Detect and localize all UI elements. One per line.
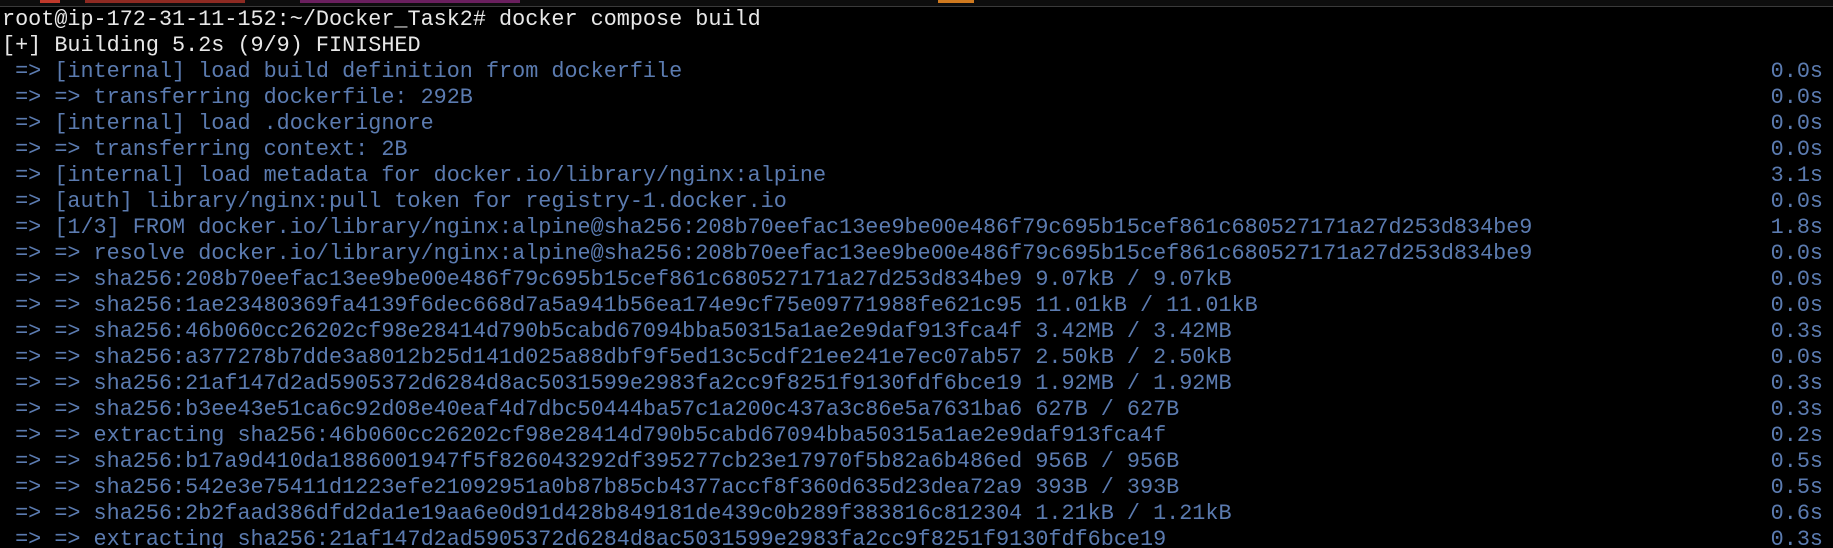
build-step-line: => [internal] load metadata for docker.i…	[2, 163, 1833, 189]
window-tab-strip	[0, 0, 1833, 7]
build-summary-line: [+] Building 5.2s (9/9) FINISHED	[2, 33, 1833, 59]
build-step-duration: 0.3s	[1770, 371, 1823, 396]
build-step-text: => => sha256:b3ee43e51ca6c92d08e40eaf4d7…	[2, 397, 1180, 422]
build-step-text: => [auth] library/nginx:pull token for r…	[2, 189, 787, 214]
build-step-duration: 3.1s	[1770, 163, 1823, 188]
build-step-text: => => transferring dockerfile: 292B	[2, 85, 473, 110]
build-step-duration: 0.0s	[1770, 111, 1823, 136]
build-step-line: => [1/3] FROM docker.io/library/nginx:al…	[2, 215, 1833, 241]
build-step-duration: 0.0s	[1770, 137, 1823, 162]
tab-indicator	[938, 0, 974, 3]
build-step-duration: 0.0s	[1770, 241, 1823, 266]
build-step-duration: 0.3s	[1770, 319, 1823, 344]
build-step-text: => [internal] load .dockerignore	[2, 111, 434, 136]
build-step-text: => => sha256:208b70eefac13ee9be00e486f79…	[2, 267, 1232, 292]
terminal-output: root@ip-172-31-11-152:~/Docker_Task2# do…	[2, 7, 1833, 548]
build-step-line: => [internal] load .dockerignore 0.0s	[2, 111, 1833, 137]
build-step-line: => => sha256:b17a9d410da1886001947f5f826…	[2, 449, 1833, 475]
build-step-line: => => resolve docker.io/library/nginx:al…	[2, 241, 1833, 267]
build-step-duration: 0.6s	[1770, 501, 1823, 526]
build-step-text: => => sha256:21af147d2ad5905372d6284d8ac…	[2, 371, 1232, 396]
tab-indicator	[300, 0, 520, 3]
build-step-text: => [internal] load build definition from…	[2, 59, 683, 84]
build-step-text: => => sha256:2b2faad386dfd2da1e19aa6e0d9…	[2, 501, 1232, 526]
build-step-line: => [auth] library/nginx:pull token for r…	[2, 189, 1833, 215]
build-step-text: => [1/3] FROM docker.io/library/nginx:al…	[2, 215, 1533, 240]
build-step-line: => [internal] load build definition from…	[2, 59, 1833, 85]
build-summary: [+] Building 5.2s (9/9) FINISHED	[2, 33, 421, 58]
build-step-line: => => extracting sha256:21af147d2ad59053…	[2, 527, 1833, 548]
build-step-text: => => transferring context: 2B	[2, 137, 408, 162]
build-step-line: => => extracting sha256:46b060cc26202cf9…	[2, 423, 1833, 449]
build-step-duration: 0.3s	[1770, 397, 1823, 422]
build-step-duration: 0.0s	[1770, 293, 1823, 318]
command-line: root@ip-172-31-11-152:~/Docker_Task2# do…	[2, 7, 1833, 33]
build-step-duration: 1.8s	[1770, 215, 1823, 240]
build-step-line: => => sha256:208b70eefac13ee9be00e486f79…	[2, 267, 1833, 293]
build-step-text: => => extracting sha256:46b060cc26202cf9…	[2, 423, 1167, 448]
build-step-line: => => transferring dockerfile: 292B 0.0s	[2, 85, 1833, 111]
build-step-line: => => sha256:2b2faad386dfd2da1e19aa6e0d9…	[2, 501, 1833, 527]
build-step-text: => => sha256:a377278b7dde3a8012b25d141d0…	[2, 345, 1232, 370]
shell-prompt-command: root@ip-172-31-11-152:~/Docker_Task2# do…	[2, 7, 761, 32]
build-step-text: => => sha256:1ae23480369fa4139f6dec668d7…	[2, 293, 1258, 318]
build-step-line: => => sha256:542e3e75411d1223efe21092951…	[2, 475, 1833, 501]
build-step-duration: 0.0s	[1770, 345, 1823, 370]
build-step-line: => => sha256:21af147d2ad5905372d6284d8ac…	[2, 371, 1833, 397]
build-step-duration: 0.5s	[1770, 475, 1823, 500]
build-step-text: => => sha256:542e3e75411d1223efe21092951…	[2, 475, 1180, 500]
build-step-duration: 0.3s	[1770, 527, 1823, 548]
build-step-duration: 0.2s	[1770, 423, 1823, 448]
build-step-duration: 0.0s	[1770, 189, 1823, 214]
tab-indicator	[85, 0, 245, 3]
build-step-duration: 0.0s	[1770, 85, 1823, 110]
build-step-text: => => resolve docker.io/library/nginx:al…	[2, 241, 1533, 266]
build-step-text: => => sha256:46b060cc26202cf98e28414d790…	[2, 319, 1232, 344]
build-step-line: => => sha256:46b060cc26202cf98e28414d790…	[2, 319, 1833, 345]
build-step-duration: 0.0s	[1770, 267, 1823, 292]
tab-indicator	[40, 0, 60, 3]
build-step-text: => => extracting sha256:21af147d2ad59053…	[2, 527, 1167, 548]
build-step-text: => => sha256:b17a9d410da1886001947f5f826…	[2, 449, 1180, 474]
terminal-window[interactable]: root@ip-172-31-11-152:~/Docker_Task2# do…	[0, 0, 1833, 548]
build-step-line: => => sha256:b3ee43e51ca6c92d08e40eaf4d7…	[2, 397, 1833, 423]
build-step-line: => => transferring context: 2B 0.0s	[2, 137, 1833, 163]
build-step-line: => => sha256:1ae23480369fa4139f6dec668d7…	[2, 293, 1833, 319]
build-step-text: => [internal] load metadata for docker.i…	[2, 163, 827, 188]
build-step-line: => => sha256:a377278b7dde3a8012b25d141d0…	[2, 345, 1833, 371]
build-step-duration: 0.5s	[1770, 449, 1823, 474]
build-steps: => [internal] load build definition from…	[2, 59, 1833, 548]
build-step-duration: 0.0s	[1770, 59, 1823, 84]
